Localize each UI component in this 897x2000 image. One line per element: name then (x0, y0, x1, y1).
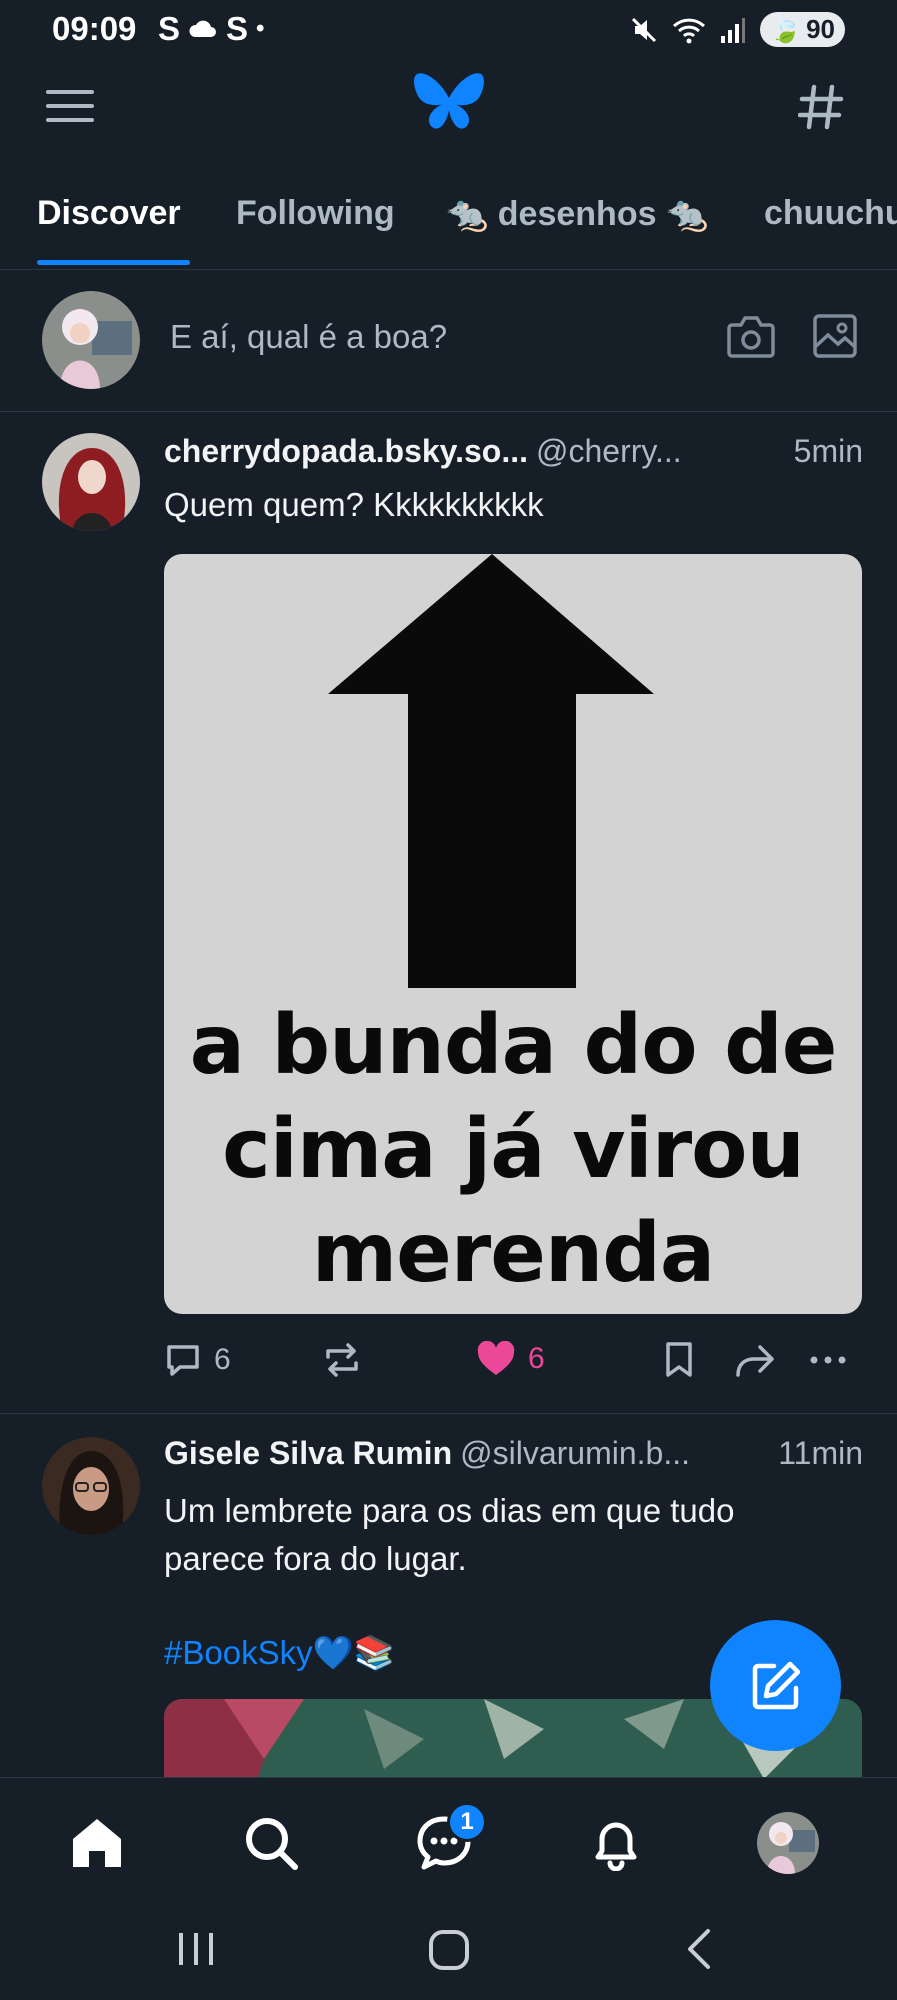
back-icon[interactable] (682, 1927, 716, 1971)
post-author-name[interactable]: Gisele Silva Rumin (164, 1435, 452, 1472)
active-tab-indicator (37, 260, 190, 265)
signal-icon (720, 17, 745, 43)
nav-search[interactable] (236, 1808, 306, 1878)
like-button[interactable]: 6 (476, 1341, 545, 1377)
feed-tabs: Discover Following 🐀 desenhos 🐀 chuuchu (0, 180, 897, 270)
tab-desenhos[interactable]: 🐀 desenhos 🐀 (446, 194, 708, 234)
hashtag-feeds-icon[interactable] (798, 84, 844, 130)
post-timestamp[interactable]: 5min (794, 433, 863, 470)
battery-level: 90 (806, 14, 835, 44)
compose-post-button[interactable] (710, 1620, 841, 1751)
post-text-line-2: parece fora do lugar. (164, 1540, 467, 1577)
s-app-icon: S (158, 10, 181, 47)
post-author-avatar[interactable] (42, 1437, 140, 1535)
status-bar: 09:09 S S • 🍃 90 (0, 0, 897, 60)
post-composer-prompt[interactable]: E aí, qual é a boa? (0, 271, 897, 412)
nav-home[interactable] (62, 1808, 132, 1878)
feed-post[interactable]: cherrydopada.bsky.so... @cherry... 5min … (0, 413, 897, 1414)
post-author-avatar[interactable] (42, 433, 140, 531)
post-author-name[interactable]: cherrydopada.bsky.so... (164, 433, 528, 470)
bookmark-icon (666, 1342, 692, 1377)
bottom-navigation: 1 (0, 1777, 897, 1905)
chat-unread-badge: 1 (447, 1802, 487, 1842)
repost-button[interactable] (322, 1341, 362, 1379)
system-navigation-bar (0, 1905, 897, 2000)
composer-placeholder[interactable]: E aí, qual é a boa? (170, 318, 447, 356)
share-button[interactable] (734, 1341, 776, 1379)
bluesky-butterfly-logo (414, 73, 484, 129)
more-options-button[interactable] (808, 1341, 848, 1379)
post-actions: 6 6 (164, 1333, 862, 1393)
home-system-icon[interactable] (428, 1929, 470, 1971)
leaf-icon: 🍃 (769, 14, 803, 44)
post-author-handle[interactable]: @silvarumin.b... (460, 1435, 690, 1472)
heart-filled-icon (477, 1341, 515, 1375)
post-author-handle[interactable]: @cherry... (536, 433, 682, 470)
my-avatar[interactable] (42, 291, 140, 389)
tab-chuuchu[interactable]: chuuchu (764, 194, 897, 233)
nav-chat[interactable]: 1 (409, 1802, 487, 1878)
reply-count: 6 (214, 1343, 231, 1376)
recent-apps-icon[interactable] (175, 1929, 217, 1969)
dot-icon: • (256, 15, 265, 42)
nav-profile-avatar[interactable] (757, 1812, 819, 1874)
wifi-icon (672, 18, 705, 43)
search-icon (246, 1818, 298, 1870)
meme-caption-line-2: cima já virou (222, 1102, 805, 1197)
gallery-icon[interactable] (812, 313, 858, 359)
mute-icon (631, 17, 656, 42)
ellipsis-icon (810, 1356, 846, 1364)
meme-caption-line-1: a bunda do de (189, 998, 838, 1093)
s-app-icon-2: S (226, 10, 249, 47)
post-image[interactable]: a bunda do de cima já virou merenda (164, 554, 862, 1314)
tab-following[interactable]: Following (236, 194, 395, 233)
nav-notifications[interactable] (581, 1808, 651, 1878)
bell-icon (595, 1822, 637, 1871)
repost-icon (326, 1343, 358, 1377)
post-header: Gisele Silva Rumin @silvarumin.b... 11mi… (164, 1435, 863, 1472)
status-time: 09:09 (52, 10, 137, 47)
share-icon (736, 1345, 774, 1377)
arrow-up-icon (328, 554, 654, 988)
post-header: cherrydopada.bsky.so... @cherry... 5min (164, 433, 863, 470)
meme-caption-line-3: merenda (311, 1206, 716, 1301)
post-text: Quem quem? Kkkkkkkkkk (164, 486, 544, 523)
battery-indicator: 🍃 90 (759, 12, 845, 47)
post-timestamp[interactable]: 11min (778, 1435, 863, 1472)
home-icon (73, 1819, 121, 1867)
cloud-icon (189, 20, 217, 37)
menu-icon[interactable] (46, 86, 94, 126)
post-text-line-1: Um lembrete para os dias em que tudo (164, 1492, 735, 1529)
like-count: 6 (528, 1342, 545, 1375)
reply-button[interactable]: 6 (164, 1341, 231, 1379)
compose-icon (752, 1661, 800, 1709)
status-right-icons: 🍃 90 (630, 12, 845, 47)
bookmark-button[interactable] (662, 1341, 696, 1379)
camera-icon[interactable] (726, 313, 776, 359)
reply-icon (167, 1345, 199, 1376)
tab-discover[interactable]: Discover (37, 194, 181, 233)
status-notification-icons: S S • (158, 10, 264, 48)
